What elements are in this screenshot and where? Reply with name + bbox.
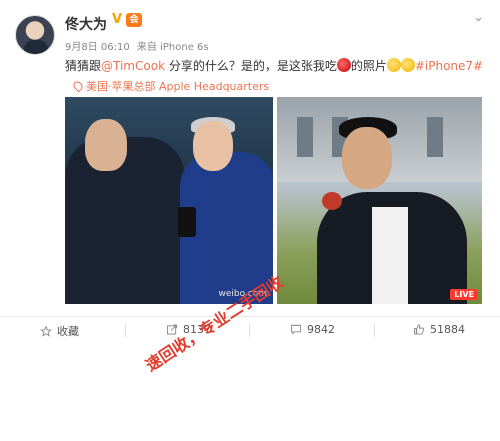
like-button[interactable]: 51884 xyxy=(413,323,465,336)
hashtag-link[interactable]: #iPhone7# xyxy=(415,59,483,73)
verified-icon: V xyxy=(112,12,123,27)
comment-count: 9842 xyxy=(307,323,335,336)
post-photo-left[interactable]: weibo.com xyxy=(65,97,273,304)
apple-emoji-icon xyxy=(336,58,351,72)
post-photo-right[interactable]: LIVE xyxy=(277,97,482,304)
post-text-middle: 分享的什么？是的，是这张我吃 xyxy=(165,59,337,73)
photo-face-left xyxy=(85,119,127,171)
comment-icon xyxy=(290,324,302,335)
location-link[interactable]: 美国·苹果总部 Apple Headquarters xyxy=(71,78,270,94)
photo-window xyxy=(297,117,313,157)
post-text-prefix: 猜猜跟 xyxy=(65,59,102,73)
action-divider xyxy=(0,316,500,317)
post-timestamp[interactable]: 9月8日 06:10 xyxy=(65,42,130,53)
post-text: 猜猜跟@TimCook 分享的什么？是的，是这张我吃 的照片 #iPhone7# xyxy=(65,57,485,74)
username[interactable]: 佟大为 xyxy=(65,14,107,34)
mention-link[interactable]: @TimCook xyxy=(101,59,165,73)
favorite-label: 收藏 xyxy=(57,325,79,338)
weibo-post-card: 佟大为 V 会 ⌄ 9月8日 06:10 来自 iPhone 6s 猜猜跟@Ti… xyxy=(0,0,500,441)
photo-face xyxy=(342,127,392,189)
like-icon xyxy=(413,324,425,335)
vip-icon: 会 xyxy=(126,13,142,27)
action-separator xyxy=(374,325,375,337)
star-icon xyxy=(40,326,52,337)
photo-face-right xyxy=(193,121,233,171)
photo-window xyxy=(427,117,443,157)
live-badge: LIVE xyxy=(450,289,478,300)
photo-shirt xyxy=(372,207,408,304)
smile-emoji-icon-2 xyxy=(400,58,415,72)
location-pin-icon xyxy=(71,79,85,93)
post-text-after: 的照片 xyxy=(350,59,387,73)
post-meta: 9月8日 06:10 来自 iPhone 6s xyxy=(65,38,213,53)
action-separator xyxy=(125,325,126,337)
avatar[interactable] xyxy=(15,15,55,55)
comment-button[interactable]: 9842 xyxy=(290,323,335,336)
chevron-down-icon[interactable]: ⌄ xyxy=(473,10,484,25)
location-text: 美国·苹果总部 Apple Headquarters xyxy=(86,80,270,93)
photo-apple xyxy=(322,192,342,210)
like-count: 51884 xyxy=(430,323,465,336)
photo-person-left xyxy=(65,137,185,304)
post-source: 来自 iPhone 6s xyxy=(136,42,209,53)
action-separator xyxy=(249,325,250,337)
photo-phone xyxy=(178,207,196,237)
smile-emoji-icon xyxy=(386,58,401,72)
favorite-button[interactable]: 收藏 xyxy=(40,323,79,339)
